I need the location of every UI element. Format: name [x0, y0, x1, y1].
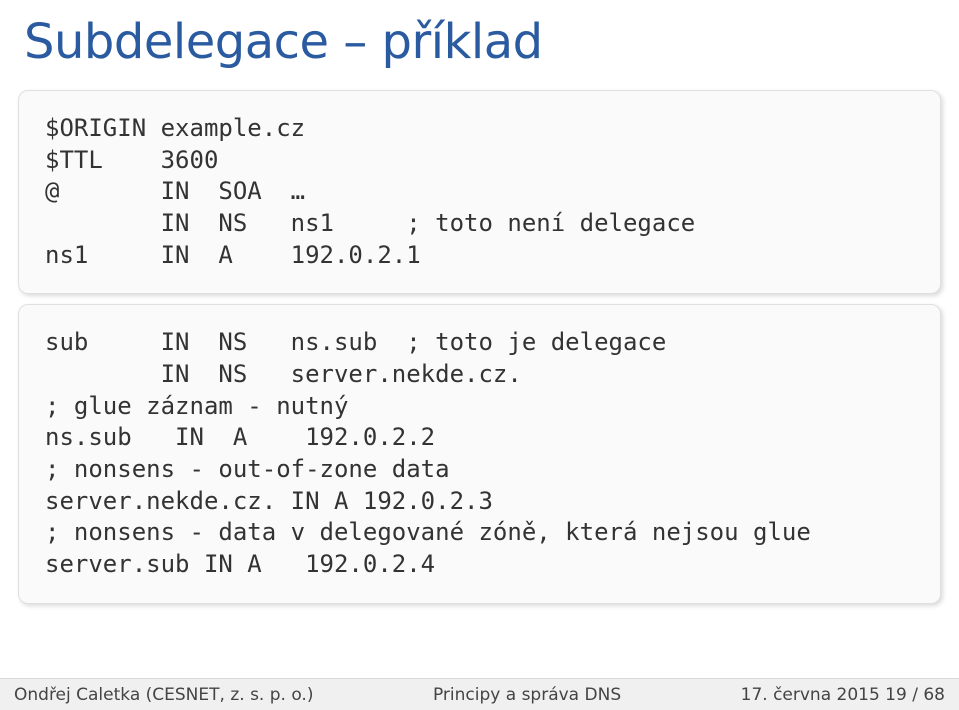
footer-date-page: 17. června 2015 19 / 68 [741, 685, 945, 705]
footer-title: Principy a správa DNS [433, 685, 621, 705]
code-line: ns1 IN A 192.0.2.1 [45, 241, 421, 269]
code-line: ; glue záznam - nutný [45, 392, 348, 420]
code-line: IN NS server.nekde.cz. [45, 360, 522, 388]
code-line: ; nonsens - data v delegované zóně, kter… [45, 518, 811, 546]
code-line: sub IN NS ns.sub ; toto je delegace [45, 328, 666, 356]
code-line: IN NS ns1 ; toto není delegace [45, 209, 695, 237]
code-block-1: $ORIGIN example.cz $TTL 3600 @ IN SOA … … [18, 90, 941, 294]
code-block-2: sub IN NS ns.sub ; toto je delegace IN N… [18, 304, 941, 603]
footer: Ondřej Caletka (CESNET, z. s. p. o.) Pri… [0, 678, 959, 710]
code-line: server.sub IN A 192.0.2.4 [45, 550, 435, 578]
code-line: server.nekde.cz. IN A 192.0.2.3 [45, 487, 493, 515]
code-line: $ORIGIN example.cz [45, 114, 305, 142]
code-line: ; nonsens - out-of-zone data [45, 455, 450, 483]
slide-title: Subdelegace – příklad [0, 0, 959, 80]
footer-author: Ondřej Caletka (CESNET, z. s. p. o.) [14, 685, 313, 705]
code-line: $TTL 3600 [45, 146, 218, 174]
code-line: ns.sub IN A 192.0.2.2 [45, 423, 435, 451]
code-line: @ IN SOA … [45, 177, 305, 205]
